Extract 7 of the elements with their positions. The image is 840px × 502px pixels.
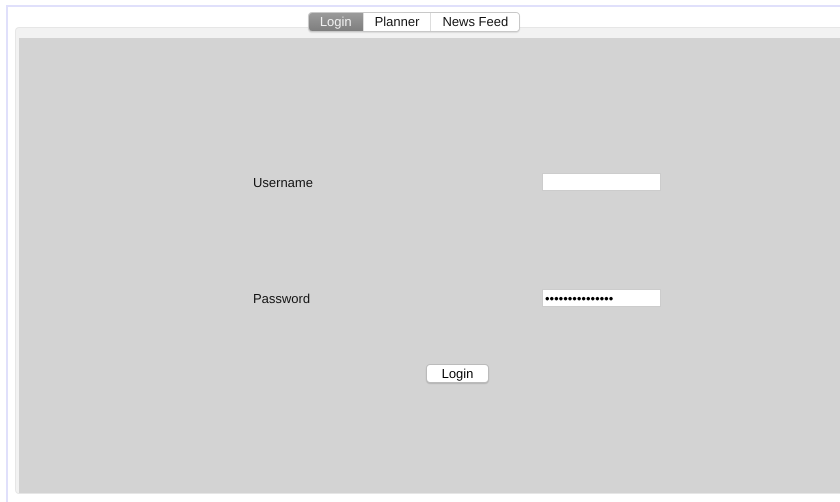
tab[interactable]: Planner [362,13,430,31]
password-field[interactable]: ••••••••••••••• [542,289,661,307]
username-field[interactable] [542,173,661,191]
tab[interactable]: News Feed [430,13,520,31]
login-button[interactable]: Login [426,364,489,383]
field-label: Password [253,290,312,306]
field-label: Username [253,174,314,190]
